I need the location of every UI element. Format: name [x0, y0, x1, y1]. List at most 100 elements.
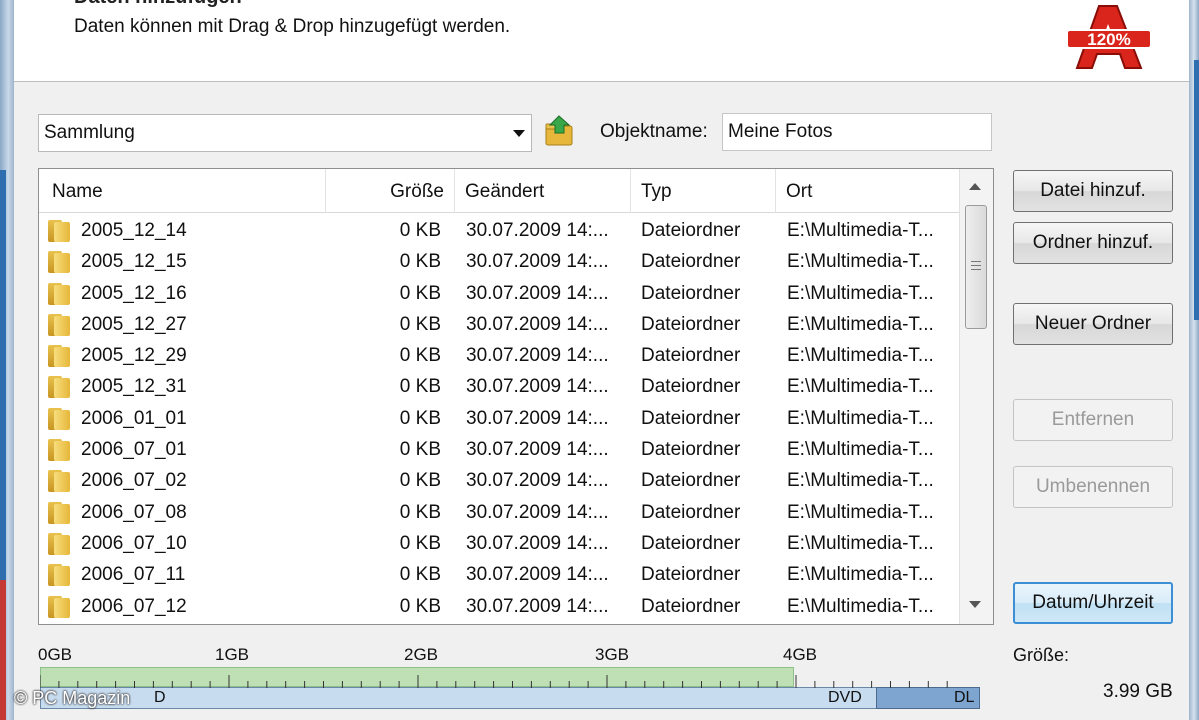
- cell-type: Dateiordner: [641, 564, 741, 586]
- remove-button[interactable]: Entfernen: [1013, 399, 1173, 441]
- column-header-name[interactable]: Name: [39, 169, 326, 213]
- cell-location: E:\Multimedia-T...: [787, 501, 934, 523]
- cell-size: 0 KB: [399, 564, 441, 586]
- folder-icon: [48, 220, 70, 242]
- cell-modified: 30.07.2009 14:...: [466, 407, 609, 429]
- cell-size: 0 KB: [399, 345, 441, 367]
- folder-icon: [48, 251, 70, 274]
- table-row[interactable]: 2005_12_14 0 KB 30.07.2009 14:... Dateio…: [39, 216, 959, 247]
- cell-type: Dateiordner: [641, 532, 741, 554]
- add-file-button[interactable]: Datei hinzuf.: [1013, 170, 1173, 212]
- cell-modified: 30.07.2009 14:...: [466, 313, 609, 335]
- cell-type: Dateiordner: [641, 439, 741, 461]
- cell-name: 2006_01_01: [81, 407, 187, 429]
- logo-text: 120%: [1087, 30, 1130, 49]
- cell-modified: 30.07.2009 14:...: [466, 564, 609, 586]
- column-header-modified[interactable]: Geändert: [455, 169, 631, 213]
- cell-location: E:\Multimedia-T...: [787, 313, 934, 335]
- folder-icon: [48, 345, 70, 368]
- cell-name: 2005_12_27: [81, 313, 187, 335]
- folder-up-icon[interactable]: [543, 114, 575, 148]
- cell-location: E:\Multimedia-T...: [787, 376, 934, 398]
- cell-location: E:\Multimedia-T...: [787, 251, 934, 273]
- capacity-ticks: [40, 675, 948, 688]
- capacity-tick-label: 1GB: [215, 645, 250, 664]
- new-folder-button[interactable]: Neuer Ordner: [1013, 303, 1173, 345]
- window-frame-left: [0, 0, 14, 720]
- table-row[interactable]: 2006_07_01 0 KB 30.07.2009 14:... Dateio…: [39, 435, 959, 466]
- folder-icon: [48, 407, 70, 430]
- cell-location: E:\Multimedia-T...: [787, 345, 934, 367]
- cell-location: E:\Multimedia-T...: [787, 595, 934, 617]
- capacity-dl-label: DL: [954, 689, 975, 706]
- wizard-header: Daten hinzufügen Daten können mit Drag &…: [14, 0, 1189, 82]
- folder-icon: [48, 501, 70, 524]
- cell-type: Dateiordner: [641, 407, 741, 429]
- cell-name: 2005_12_16: [81, 282, 187, 304]
- collection-dropdown[interactable]: Sammlung: [38, 114, 532, 152]
- cell-modified: 30.07.2009 14:...: [466, 532, 609, 554]
- cell-location: E:\Multimedia-T...: [787, 282, 934, 304]
- folder-icon: [48, 376, 70, 399]
- cell-modified: 30.07.2009 14:...: [466, 220, 609, 241]
- column-header-type[interactable]: Typ: [631, 169, 776, 213]
- folder-icon: [48, 470, 70, 493]
- cell-name: 2006_07_08: [81, 501, 187, 523]
- column-header-size[interactable]: Größe: [326, 169, 455, 213]
- table-row[interactable]: 2005_12_29 0 KB 30.07.2009 14:... Dateio…: [39, 341, 959, 372]
- watermark: © PC Magazin: [14, 688, 131, 708]
- folder-icon: [48, 564, 70, 587]
- table-row[interactable]: 2006_01_01 0 KB 30.07.2009 14:... Dateio…: [39, 404, 959, 435]
- folder-icon: [48, 595, 70, 618]
- folder-icon: [48, 313, 70, 336]
- cell-name: 2006_07_02: [81, 470, 187, 492]
- file-list[interactable]: Name Größe Geändert Typ Ort 2005_12_14 0…: [38, 168, 994, 625]
- cell-location: E:\Multimedia-T...: [787, 220, 934, 241]
- cell-type: Dateiordner: [641, 376, 741, 398]
- cell-size: 0 KB: [399, 376, 441, 398]
- capacity-dvd-label: DVD: [828, 689, 862, 706]
- scroll-down-arrow-icon[interactable]: [969, 601, 981, 608]
- object-name-input[interactable]: [722, 113, 992, 151]
- cell-name: 2006_07_11: [81, 564, 186, 586]
- datetime-button[interactable]: Datum/Uhrzeit: [1013, 582, 1173, 624]
- table-row[interactable]: 2005_12_31 0 KB 30.07.2009 14:... Dateio…: [39, 372, 959, 403]
- cell-name: 2005_12_14: [81, 220, 187, 241]
- cell-size: 0 KB: [399, 407, 441, 429]
- table-row[interactable]: 2005_12_16 0 KB 30.07.2009 14:... Dateio…: [39, 279, 959, 310]
- table-row[interactable]: 2006_07_12 0 KB 30.07.2009 14:... Dateio…: [39, 592, 959, 623]
- scroll-up-arrow-icon[interactable]: [969, 183, 981, 190]
- cell-size: 0 KB: [399, 313, 441, 335]
- cell-location: E:\Multimedia-T...: [787, 439, 934, 461]
- table-row[interactable]: 2006_07_02 0 KB 30.07.2009 14:... Dateio…: [39, 466, 959, 497]
- column-header-location[interactable]: Ort: [776, 169, 959, 213]
- table-row[interactable]: 2005_12_15 0 KB 30.07.2009 14:... Dateio…: [39, 247, 959, 278]
- object-name-label: Objektname:: [600, 121, 708, 142]
- cell-name: 2005_12_15: [81, 251, 187, 273]
- cell-name: 2005_12_31: [81, 376, 187, 398]
- vertical-scrollbar[interactable]: [959, 169, 993, 624]
- capacity-tick-label: 2GB: [404, 645, 439, 664]
- capacity-bar: 0GB 1GB 2GB 3GB 4GB D DVD DL: [38, 645, 983, 711]
- cell-location: E:\Multimedia-T...: [787, 532, 934, 554]
- cell-name: 2005_12_29: [81, 345, 187, 367]
- cell-modified: 30.07.2009 14:...: [466, 345, 609, 367]
- cell-modified: 30.07.2009 14:...: [466, 439, 609, 461]
- cell-location: E:\Multimedia-T...: [787, 407, 934, 429]
- rename-button[interactable]: Umbenennen: [1013, 466, 1173, 508]
- add-folder-button[interactable]: Ordner hinzuf.: [1013, 222, 1173, 264]
- cell-size: 0 KB: [399, 532, 441, 554]
- dropdown-arrow-icon[interactable]: [513, 130, 525, 137]
- table-row[interactable]: 2005_12_27 0 KB 30.07.2009 14:... Dateio…: [39, 310, 959, 341]
- cell-type: Dateiordner: [641, 345, 741, 367]
- cell-size: 0 KB: [399, 439, 441, 461]
- cell-location: E:\Multimedia-T...: [787, 564, 934, 586]
- cell-type: Dateiordner: [641, 282, 741, 304]
- table-row[interactable]: 2006_07_10 0 KB 30.07.2009 14:... Dateio…: [39, 529, 959, 560]
- cell-name: 2006_07_01: [81, 439, 187, 461]
- capacity-cd-label: D: [154, 689, 166, 706]
- cell-type: Dateiordner: [641, 251, 741, 273]
- table-row[interactable]: 2006_07_11 0 KB 30.07.2009 14:... Dateio…: [39, 560, 959, 591]
- table-row[interactable]: 2006_07_08 0 KB 30.07.2009 14:... Dateio…: [39, 498, 959, 529]
- cell-modified: 30.07.2009 14:...: [466, 501, 609, 523]
